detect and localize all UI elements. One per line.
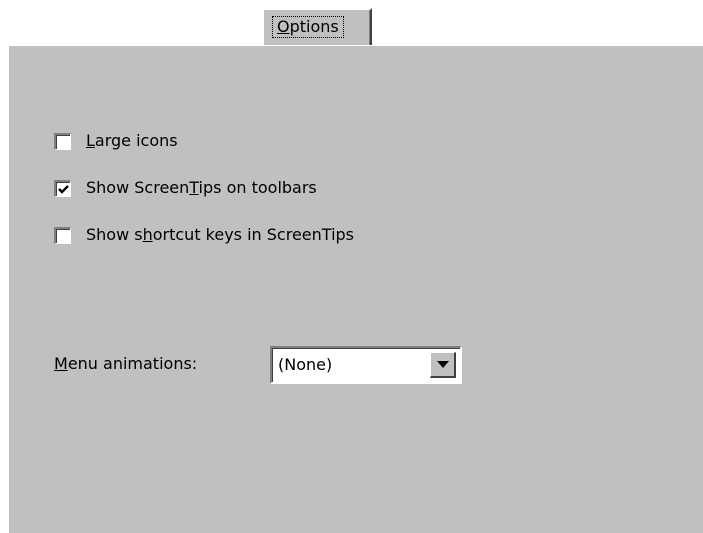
menu-animations-label: Menu animations: bbox=[54, 354, 198, 373]
options-panel bbox=[8, 45, 703, 533]
tab-options[interactable]: Options bbox=[262, 8, 372, 46]
show-shortcut-keys-checkbox[interactable] bbox=[54, 227, 71, 244]
menu-animations-value: (None) bbox=[278, 355, 333, 374]
checkmark-icon bbox=[58, 185, 69, 194]
large-icons-label[interactable]: Large icons bbox=[86, 131, 178, 151]
dropdown-arrow-icon bbox=[437, 361, 449, 368]
show-screentips-label[interactable]: Show ScreenTips on toolbars bbox=[86, 178, 317, 198]
show-shortcut-keys-label[interactable]: Show shortcut keys in ScreenTips bbox=[86, 225, 354, 245]
large-icons-checkbox[interactable] bbox=[54, 133, 71, 150]
tab-options-label: Options bbox=[272, 16, 344, 38]
menu-animations-select[interactable]: (None) bbox=[270, 346, 462, 384]
show-screentips-checkbox[interactable] bbox=[54, 180, 71, 197]
dropdown-button[interactable] bbox=[430, 352, 456, 378]
